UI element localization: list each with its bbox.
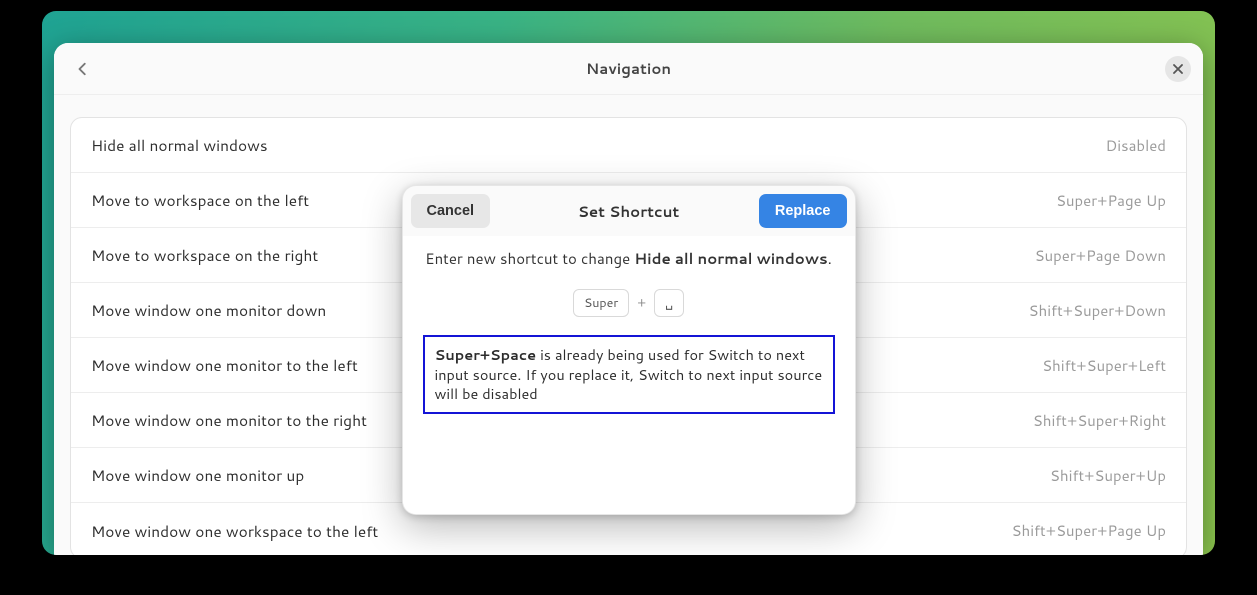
cancel-button[interactable]: Cancel [411, 194, 491, 228]
shortcut-label: Move window one monitor to the right [91, 409, 367, 431]
shortcut-label: Hide all normal windows [91, 134, 268, 156]
shortcut-value: Shift+Super+Left [1042, 355, 1166, 376]
close-icon [1173, 64, 1183, 74]
shortcut-keys-display: Super + ␣ [423, 289, 835, 317]
set-shortcut-dialog: Cancel Set Shortcut Replace Enter new sh… [402, 185, 856, 515]
page-title: Navigation [54, 58, 1203, 79]
shortcut-label: Move to workspace on the left [91, 189, 309, 211]
back-button[interactable] [66, 52, 100, 86]
window-titlebar: Navigation [54, 43, 1203, 95]
shortcut-label: Move window one monitor up [91, 464, 304, 486]
shortcut-value: Disabled [1106, 135, 1166, 156]
chevron-left-icon [76, 62, 90, 76]
conflict-warning: Super+Space is already being used for Sw… [423, 335, 835, 414]
shortcut-value: Shift+Super+Right [1033, 410, 1166, 431]
instruction-target: Hide all normal windows [634, 248, 827, 269]
shortcut-value: Super+Page Down [1035, 245, 1166, 266]
instruction-suffix: . [828, 248, 832, 269]
key-space: ␣ [654, 289, 684, 317]
key-super: Super [573, 289, 629, 317]
desktop: Navigation Hide all normal windows Disab… [0, 0, 1257, 595]
dialog-body: Enter new shortcut to change Hide all no… [403, 236, 855, 514]
key-plus: + [637, 294, 646, 312]
shortcut-label: Move window one workspace to the left [91, 520, 378, 542]
shortcut-label: Move to workspace on the right [91, 244, 318, 266]
shortcut-value: Shift+Super+Up [1050, 465, 1166, 486]
close-button[interactable] [1165, 56, 1191, 82]
shortcut-row[interactable]: Hide all normal windows Disabled [71, 118, 1186, 173]
replace-button[interactable]: Replace [759, 194, 847, 228]
instruction-prefix: Enter new shortcut to change [425, 248, 634, 269]
shortcut-label: Move window one monitor down [91, 299, 326, 321]
wallpaper: Navigation Hide all normal windows Disab… [42, 11, 1215, 555]
dialog-instruction: Enter new shortcut to change Hide all no… [423, 248, 835, 269]
dialog-header: Cancel Set Shortcut Replace [403, 186, 855, 236]
shortcut-value: Super+Page Up [1056, 190, 1166, 211]
warning-combo: Super+Space [435, 344, 537, 365]
settings-window: Navigation Hide all normal windows Disab… [54, 43, 1203, 555]
shortcut-label: Move window one monitor to the left [91, 354, 358, 376]
shortcut-value: Shift+Super+Page Up [1012, 520, 1167, 541]
shortcut-value: Shift+Super+Down [1029, 300, 1166, 321]
